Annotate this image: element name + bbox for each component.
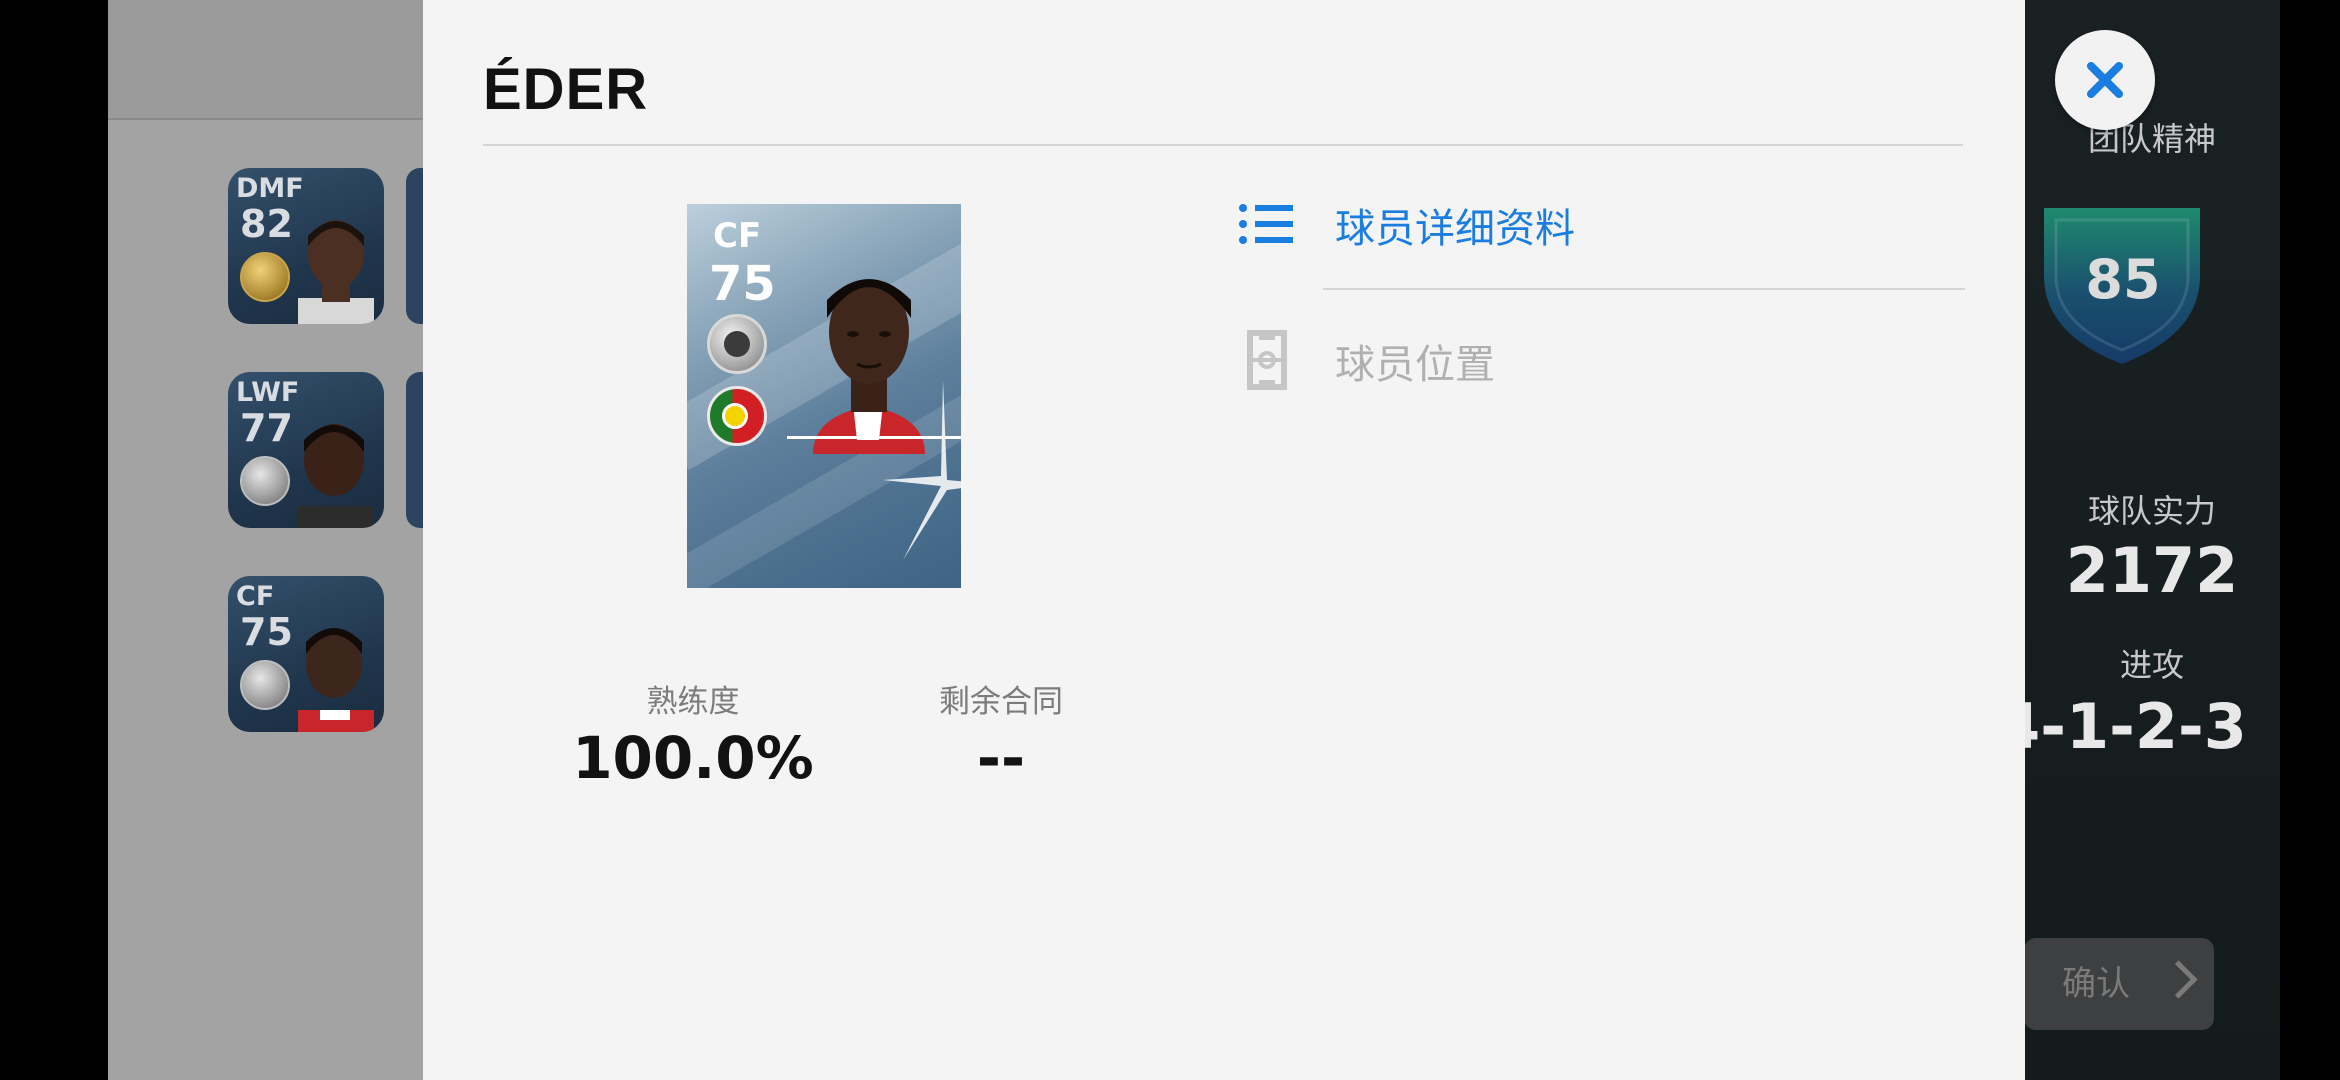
card-position: CF	[236, 581, 275, 612]
background-player-card[interactable]: LWF 77	[228, 372, 384, 528]
attack-label: 进攻	[2119, 646, 2184, 684]
silver-medal-icon	[240, 456, 290, 506]
menu-player-details-label: 球员详细资料	[1335, 206, 1575, 252]
player-card[interactable]: CF 75	[687, 204, 961, 588]
card-position: DMF	[236, 173, 304, 204]
player-face-icon	[298, 424, 374, 528]
proficiency-value: 100.0%	[572, 724, 814, 792]
contract-remaining-value: --	[976, 724, 1026, 792]
gold-medal-icon	[240, 252, 290, 302]
team-strength-value: 2172	[2065, 534, 2239, 607]
card-rating: 75	[240, 610, 293, 654]
silver-medal-icon	[240, 660, 290, 710]
card-position: LWF	[236, 377, 300, 408]
team-spirit-value: 85	[2085, 248, 2161, 311]
confirm-button[interactable]: 确认	[2024, 938, 2214, 1030]
team-strength-label: 球队实力	[2087, 492, 2216, 530]
confirm-label: 确认	[2062, 964, 2130, 1004]
player-face-icon	[298, 220, 374, 324]
contract-remaining-label: 剩余合同	[939, 684, 1063, 720]
card-rating: 75	[709, 256, 776, 312]
close-icon	[2087, 62, 2123, 98]
background-player-card[interactable]: DMF 82	[228, 168, 384, 324]
pitch-position-icon	[1247, 330, 1287, 390]
menu-player-details[interactable]: 球员详细资料	[1235, 184, 1975, 264]
formation-value: 4-1-2-3	[1997, 690, 2247, 763]
left-letterbox	[0, 0, 108, 1080]
player-name-title: ÉDER	[483, 57, 649, 122]
background-player-card[interactable]: CF 75	[228, 576, 384, 732]
player-detail-modal: ÉDER CF 75 熟练度 100.0% 剩余合同 -- 球员详细资料 球员位…	[423, 0, 2025, 1080]
sparkle-icon	[883, 380, 961, 560]
menu-player-position[interactable]: 球员位置	[1235, 320, 1975, 400]
silver-medal-icon	[707, 314, 767, 374]
right-letterbox	[2280, 0, 2340, 1080]
menu-divider	[1323, 288, 1965, 290]
card-position: CF	[713, 216, 762, 256]
player-face-icon	[298, 628, 374, 732]
proficiency-label: 熟练度	[646, 684, 740, 720]
chevron-right-icon	[2159, 960, 2198, 999]
card-rating: 82	[240, 202, 293, 246]
title-divider	[483, 144, 1963, 146]
close-button[interactable]	[2055, 30, 2155, 130]
menu-player-position-label: 球员位置	[1335, 342, 1495, 388]
list-icon	[1239, 204, 1293, 244]
card-rating: 77	[240, 406, 293, 450]
team-summary-panel: 团队精神 85 球队实力 2172 进攻 4-1-2-3 确认	[1997, 0, 2280, 1080]
portugal-flag-icon	[707, 386, 767, 446]
